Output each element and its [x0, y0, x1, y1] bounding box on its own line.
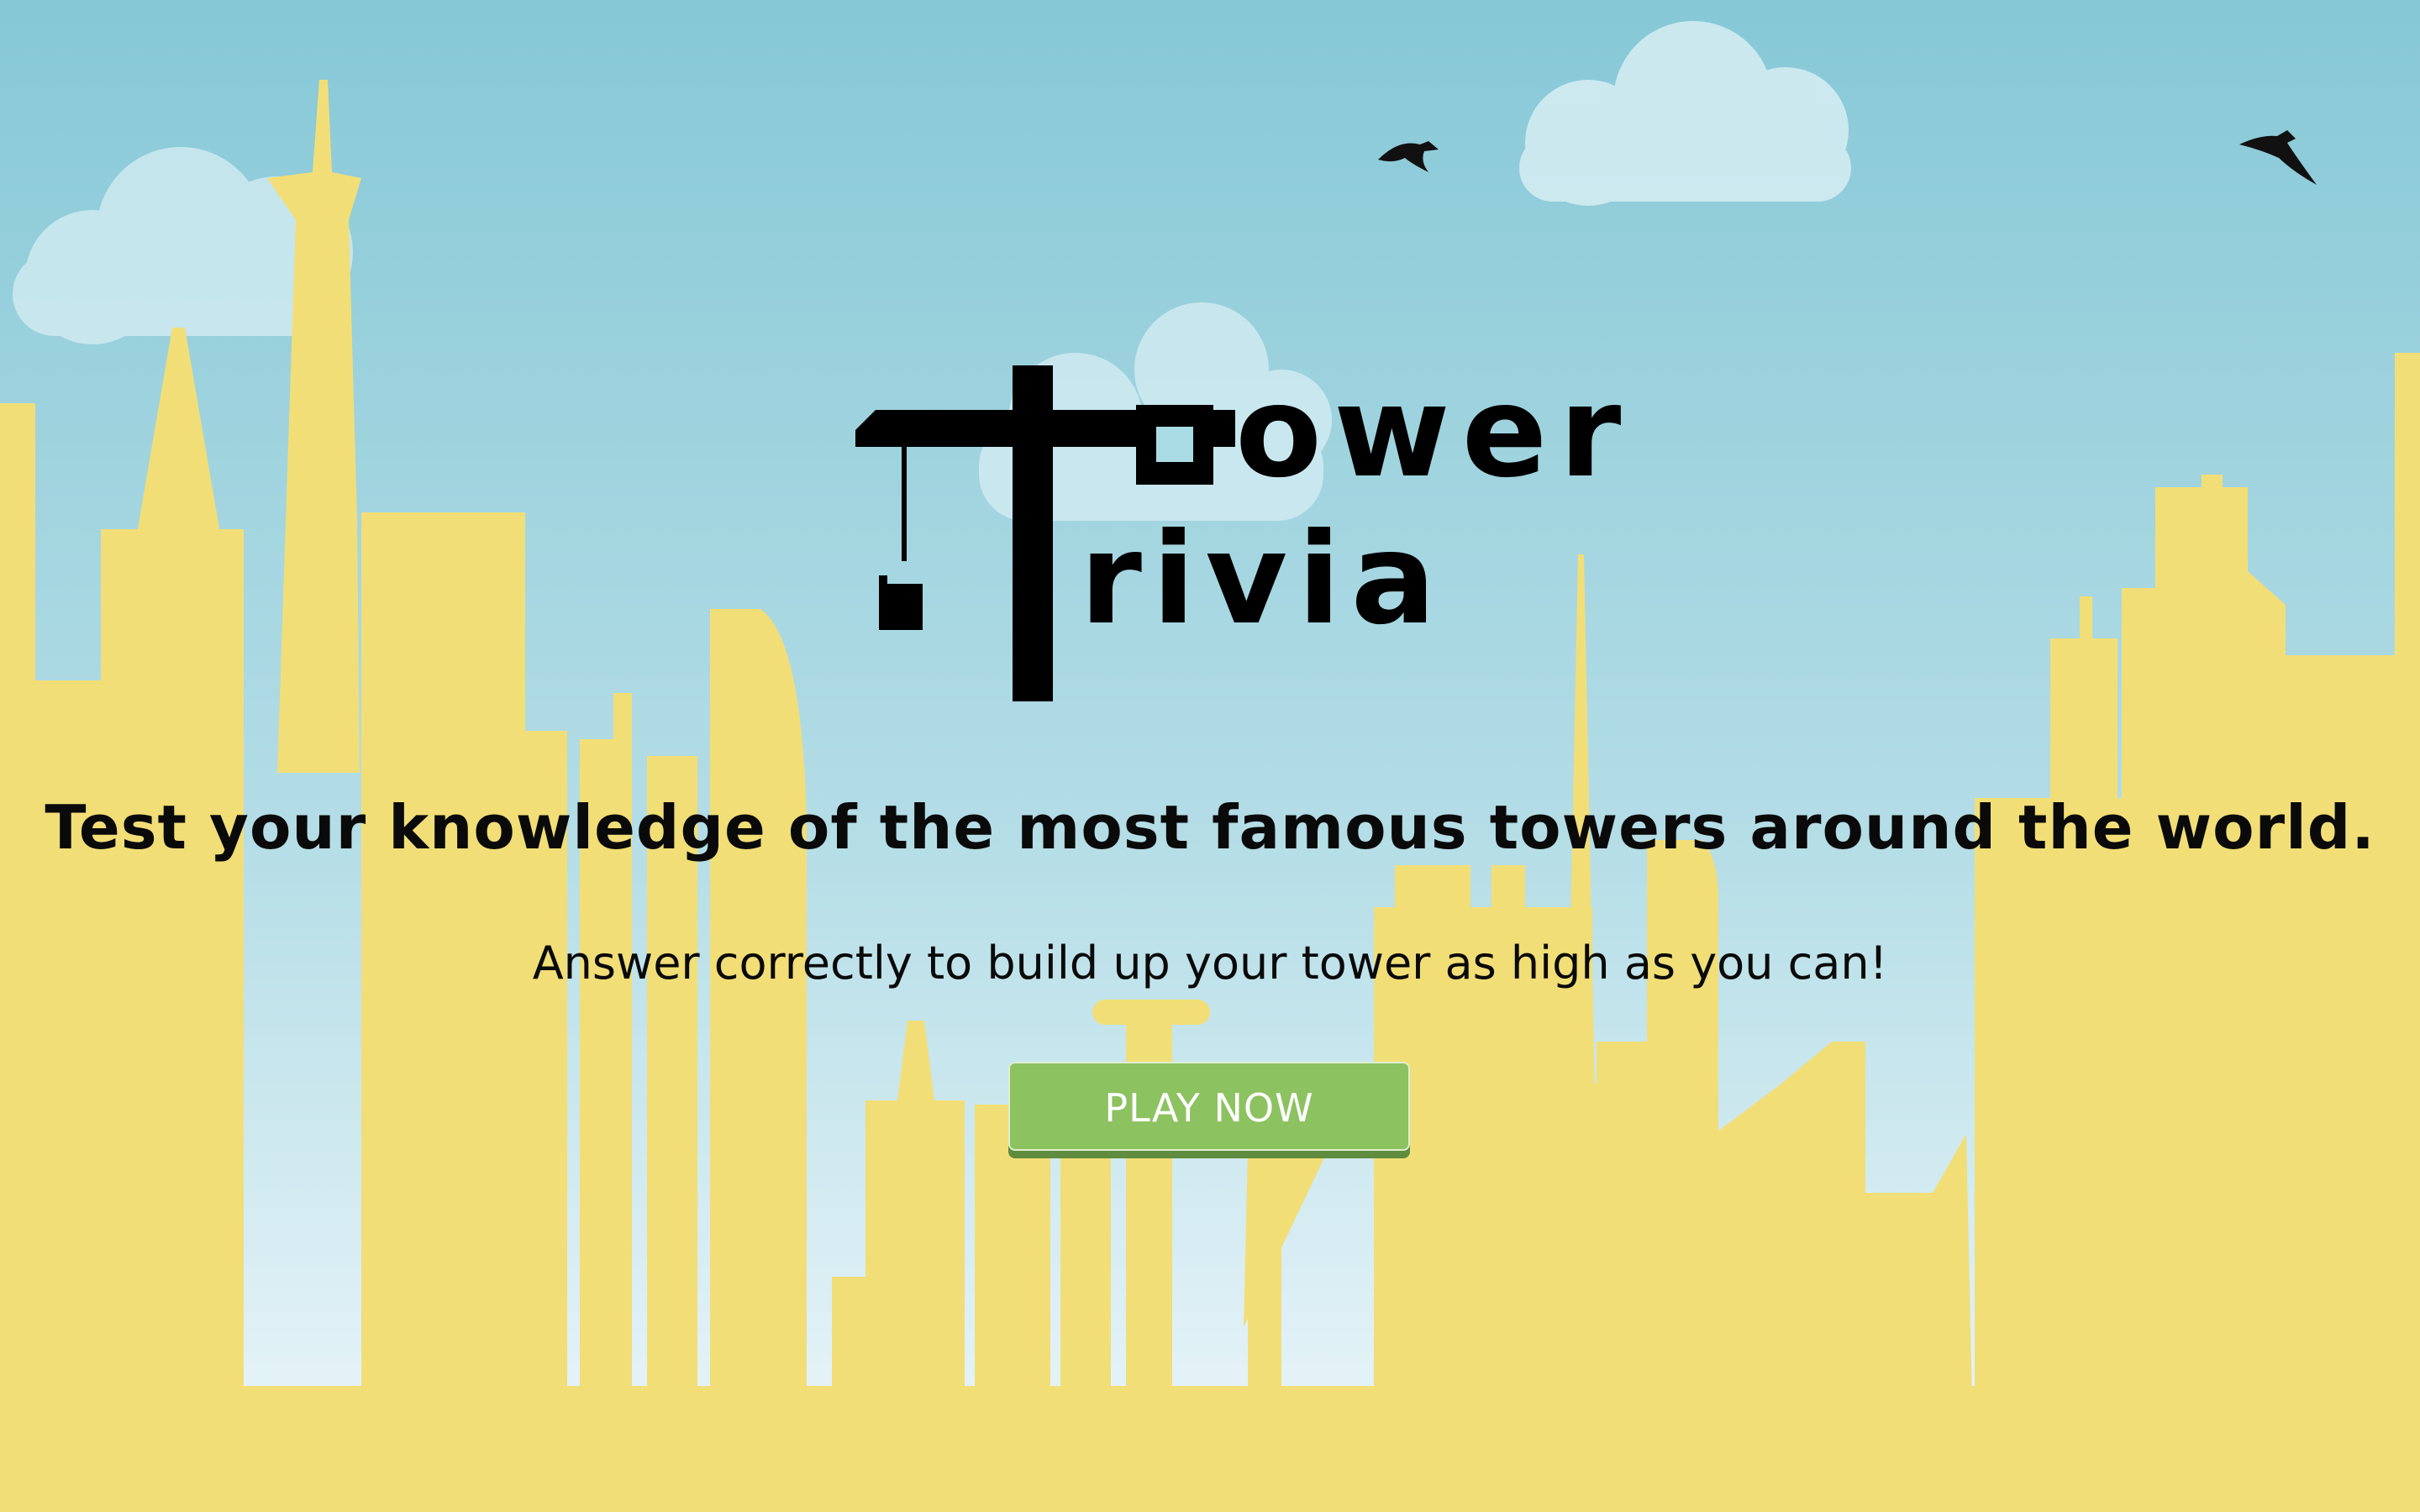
- logo-word-ower: ower: [1235, 360, 1634, 506]
- logo-word-rivia: rivia: [1080, 507, 1446, 653]
- skyline-background: [0, 0, 2420, 1512]
- headline: Test your knowledge of the most famous t…: [45, 792, 2375, 863]
- play-now-button[interactable]: PLAY NOW: [1008, 1062, 1410, 1151]
- subheadline: Answer correctly to build up your tower …: [532, 937, 1888, 990]
- game-start-screen: ower rivia Test your knowledge of the mo…: [0, 0, 2420, 1512]
- game-logo: ower rivia: [840, 353, 1621, 706]
